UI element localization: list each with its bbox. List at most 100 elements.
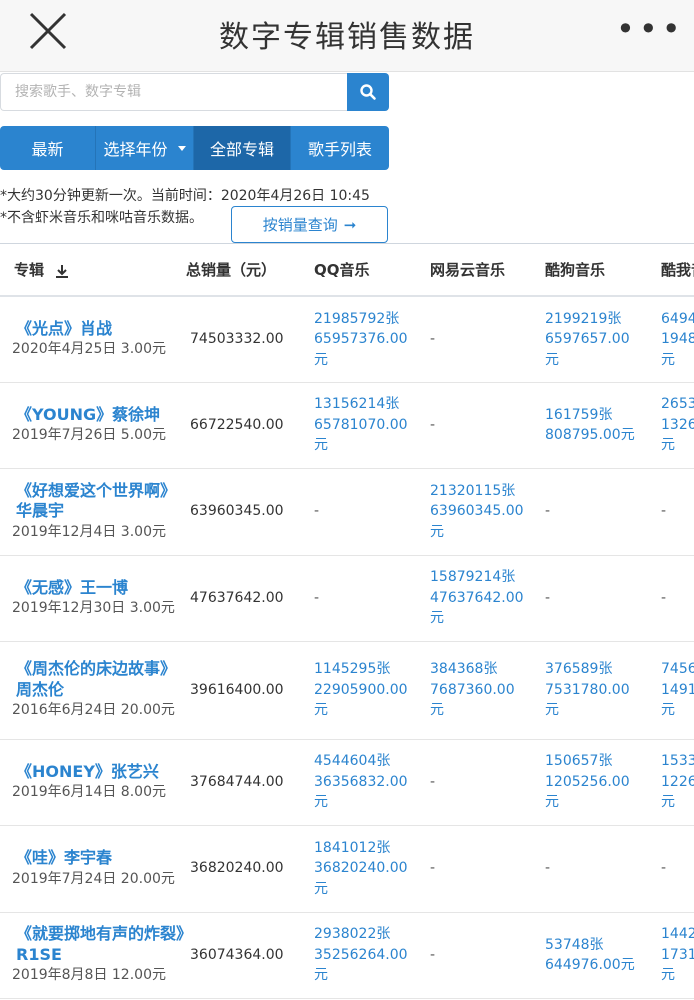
column-header-qq[interactable]: QQ音乐: [300, 244, 416, 297]
kugou-sales-cell: -: [531, 825, 647, 913]
filter-artist-list-button[interactable]: 歌手列表: [291, 126, 389, 170]
netease-sales-line: -: [430, 946, 436, 963]
total-sales-cell: 74503332.00: [186, 296, 300, 383]
album-release-info: 2019年12月4日 3.00元: [12, 523, 166, 540]
netease-sales-line: 元: [430, 610, 444, 627]
album-link[interactable]: 《周杰伦的床边故事》周杰伦: [12, 659, 186, 700]
qq-sales-cell: 4544604张 36356832.00 元: [300, 739, 416, 826]
filter-all-albums-label: 全部专辑: [209, 140, 274, 159]
table-row[interactable]: 《好想爱这个世界啊》华晨宇 2019年12月4日 3.00元 63960345.00…: [0, 468, 694, 556]
netease-sales-cell: 21320115张 63960345.00 元: [416, 468, 531, 556]
qq-sales-line: 22905900.00: [314, 681, 408, 698]
netease-sales-cell: 384368张 7687360.00 元: [416, 641, 531, 740]
qq-sales-line: 元: [314, 794, 328, 811]
sales-table-container[interactable]: 专辑 总销量（元） QQ音乐 网易云音乐 酷狗音乐 酷我音乐 《光点》肖战202…: [0, 243, 694, 1000]
netease-sales-cell: 15879214张 47637642.00 元: [416, 555, 531, 642]
album-cell: 《光点》肖战 2020年4月25日 3.00元: [0, 296, 186, 383]
column-header-total[interactable]: 总销量（元）: [186, 244, 300, 297]
filter-year-dropdown[interactable]: 选择年份: [96, 126, 194, 170]
kugou-sales-cell: -: [531, 555, 647, 642]
qq-sales-cell: 13156214张 65781070.00 元: [300, 382, 416, 469]
table-row[interactable]: 《YOUNG》蔡徐坤 2019年7月26日 5.00元 66722540.00 131…: [0, 382, 694, 469]
qq-sales-line: 元: [314, 351, 328, 368]
qq-sales-line: 36356832.00: [314, 773, 408, 790]
album-release-info: 2019年7月24日 20.00元: [12, 870, 175, 887]
qq-sales-cell: -: [300, 555, 416, 642]
kuwo-sales-cell: 6494 1948 元: [647, 296, 694, 383]
album-link[interactable]: 《无感》王一博: [12, 578, 186, 599]
qq-sales-line: 36820240.00: [314, 860, 408, 877]
qq-sales-line: 13156214张: [314, 396, 400, 413]
kuwo-sales-line: 1948: [661, 331, 694, 347]
netease-sales-line: -: [430, 773, 436, 790]
album-link[interactable]: 《光点》肖战: [12, 319, 186, 340]
kugou-sales-cell: -: [531, 468, 647, 556]
qq-sales-line: 65781070.00: [314, 416, 408, 433]
kugou-sales-line: 7531780.00: [545, 681, 630, 698]
netease-sales-line: 47637642.00: [430, 589, 524, 606]
netease-sales-cell: -: [416, 382, 531, 469]
kugou-sales-line: 376589张: [545, 661, 613, 678]
netease-sales-line: 元: [430, 523, 444, 540]
total-sales-cell: 37684744.00: [186, 739, 300, 826]
album-link[interactable]: 《HONEY》张艺兴: [12, 762, 186, 783]
netease-sales-cell: -: [416, 739, 531, 826]
search-icon: [360, 84, 376, 100]
kuwo-sales-cell: 2653 1326 元: [647, 382, 694, 469]
album-link[interactable]: 《哇》李宇春: [12, 848, 186, 869]
kugou-sales-line: 元: [545, 794, 559, 811]
qq-sales-line: -: [314, 503, 320, 520]
kuwo-sales-cell: 1442 1731 元: [647, 912, 694, 999]
column-header-kugou[interactable]: 酷狗音乐: [531, 244, 647, 297]
kugou-sales-line: 644976.00元: [545, 957, 635, 973]
kugou-sales-cell: 150657张 1205256.00 元: [531, 739, 647, 826]
filter-latest-button[interactable]: 最新: [0, 126, 96, 170]
column-header-kuwo[interactable]: 酷我音乐: [647, 244, 694, 297]
kugou-sales-line: -: [545, 589, 551, 606]
filter-all-albums-button[interactable]: 全部专辑: [194, 126, 291, 170]
column-header-album[interactable]: 专辑: [0, 244, 186, 297]
table-row[interactable]: 《光点》肖战 2020年4月25日 3.00元 74503332.00 2198579…: [0, 296, 694, 383]
album-link[interactable]: 《就要掷地有声的炸裂》R1SE: [12, 924, 186, 965]
kugou-sales-line: 元: [545, 702, 559, 719]
netease-sales-line: -: [430, 860, 436, 877]
table-row[interactable]: 《周杰伦的床边故事》周杰伦 2016年6月24日 20.00元 39616400.0…: [0, 641, 694, 740]
search-input[interactable]: [0, 73, 347, 111]
kuwo-sales-cell: -: [647, 555, 694, 642]
qq-sales-line: 1145295张: [314, 661, 391, 678]
filter-year-label: 选择年份: [103, 140, 168, 159]
kuwo-sales-line: 元: [661, 437, 675, 454]
kuwo-sales-line: 元: [661, 351, 675, 368]
table-row[interactable]: 《无感》王一博 2019年12月30日 3.00元 47637642.00-1587…: [0, 555, 694, 642]
table-row[interactable]: 《HONEY》张艺兴 2019年6月14日 8.00元 37684744.00 454…: [0, 739, 694, 826]
qq-sales-line: 元: [314, 967, 328, 984]
table-row[interactable]: 《就要掷地有声的炸裂》R1SE 2019年8月8日 12.00元 36074364.…: [0, 912, 694, 999]
netease-sales-line: 元: [430, 702, 444, 719]
table-row[interactable]: 《哇》李宇春 2019年7月24日 20.00元 36820240.00 184101…: [0, 825, 694, 913]
album-link[interactable]: 《YOUNG》蔡徐坤: [12, 405, 186, 426]
kuwo-sales-line: -: [661, 589, 667, 606]
netease-sales-cell: -: [416, 912, 531, 999]
kugou-sales-line: 2199219张: [545, 310, 622, 327]
album-link[interactable]: 《好想爱这个世界啊》华晨宇: [12, 481, 186, 522]
kuwo-sales-cell: 1533 1226 元: [647, 739, 694, 826]
qq-sales-line: -: [314, 589, 320, 606]
album-cell: 《好想爱这个世界啊》华晨宇 2019年12月4日 3.00元: [0, 468, 186, 556]
qq-sales-cell: 1145295张 22905900.00 元: [300, 641, 416, 740]
more-options-button[interactable]: •••: [616, 13, 681, 50]
kuwo-sales-cell: -: [647, 468, 694, 556]
column-header-netease[interactable]: 网易云音乐: [416, 244, 531, 297]
qq-sales-cell: -: [300, 468, 416, 556]
kugou-sales-line: 150657张: [545, 753, 613, 770]
kugou-sales-line: 1205256.00: [545, 773, 630, 790]
download-sort-icon[interactable]: [55, 264, 69, 278]
filter-button-group: 最新 选择年份 全部专辑 歌手列表: [0, 126, 389, 170]
netease-sales-line: 21320115张: [430, 482, 516, 499]
search-button[interactable]: [347, 73, 389, 111]
query-by-sales-button[interactable]: 按销量查询 ➞: [231, 206, 388, 243]
album-cell: 《无感》王一博 2019年12月30日 3.00元: [0, 555, 186, 642]
kugou-sales-line: 53748张: [545, 936, 604, 953]
netease-sales-cell: -: [416, 296, 531, 383]
update-note: *大约30分钟更新一次。当前时间：2020年4月26日 10:45: [0, 188, 370, 204]
qq-sales-line: 35256264.00: [314, 946, 408, 963]
